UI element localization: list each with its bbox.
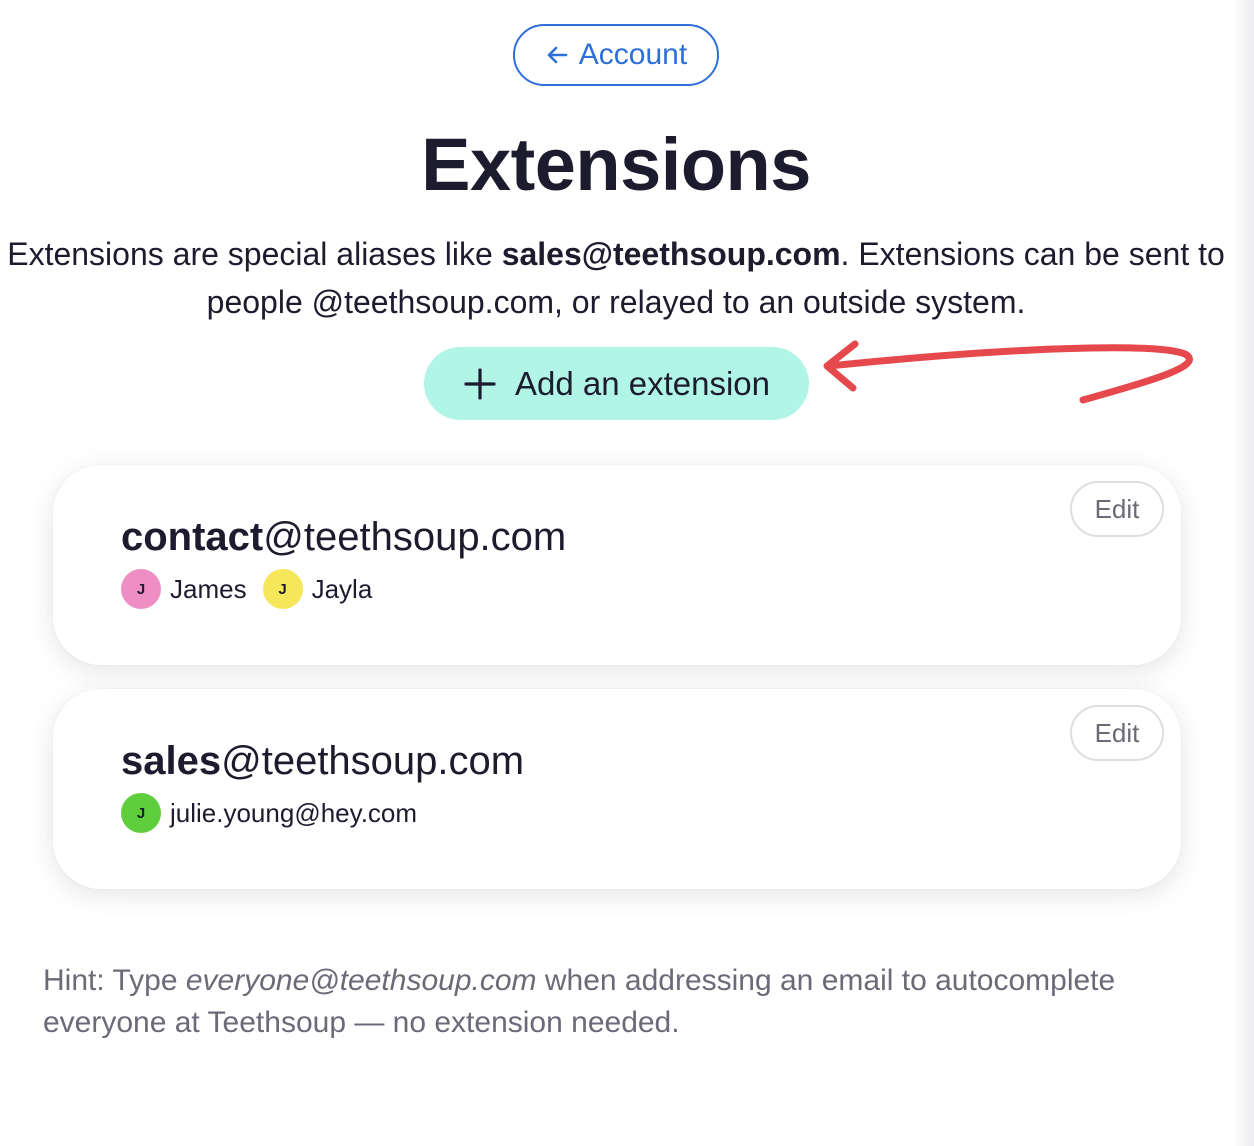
- recipient-name: julie.young@hey.com: [170, 797, 418, 828]
- window-edge-shadow: [1232, 0, 1254, 1146]
- extension-domain: @teethsoup.com: [263, 515, 567, 559]
- extension-local-part: contact: [121, 515, 264, 559]
- arrow-left-icon: [545, 43, 569, 67]
- back-to-account-button[interactable]: Account: [513, 24, 719, 86]
- extension-local-part: sales: [121, 739, 222, 783]
- hint-example-address: everyone@teethsoup.com: [185, 964, 537, 997]
- page-title: Extensions: [421, 123, 811, 206]
- annotation-arrow-icon: [823, 340, 1193, 404]
- extension-address: contact@teethsoup.com: [121, 515, 566, 560]
- recipient-jayla: J Jayla: [262, 569, 373, 609]
- hint-prefix: Hint: Type: [43, 964, 186, 997]
- intro-example-address: sales@teethsoup.com: [501, 236, 841, 272]
- avatar: J: [121, 569, 161, 609]
- hint-text: Hint: Type everyone@teethsoup.com when a…: [43, 960, 1203, 1044]
- extension-card-contact: Edit contact@teethsoup.com J James J Jay…: [53, 465, 1181, 665]
- recipient-list: J julie.young@hey.com: [121, 793, 417, 833]
- avatar: J: [262, 569, 303, 609]
- back-button-label: Account: [578, 38, 688, 71]
- add-extension-label: Add an extension: [514, 364, 771, 402]
- extension-card-sales: Edit sales@teethsoup.com J julie.young@h…: [53, 689, 1181, 889]
- recipient-name: James: [170, 573, 247, 604]
- intro-text: Extensions are special aliases like sale…: [0, 230, 1232, 326]
- intro-text-part1: Extensions are special aliases like: [7, 236, 502, 272]
- edit-button[interactable]: Edit: [1070, 705, 1164, 761]
- extension-address: sales@teethsoup.com: [121, 739, 524, 784]
- edit-button[interactable]: Edit: [1070, 481, 1164, 537]
- recipient-list: J James J Jayla: [121, 569, 372, 609]
- recipient-julie: J julie.young@hey.com: [121, 793, 417, 833]
- plus-icon: [463, 367, 497, 401]
- avatar: J: [121, 793, 161, 833]
- recipient-name: Jayla: [311, 573, 373, 604]
- recipient-james: J James: [121, 569, 247, 609]
- add-extension-button[interactable]: Add an extension: [424, 347, 809, 420]
- extension-domain: @teethsoup.com: [221, 739, 525, 783]
